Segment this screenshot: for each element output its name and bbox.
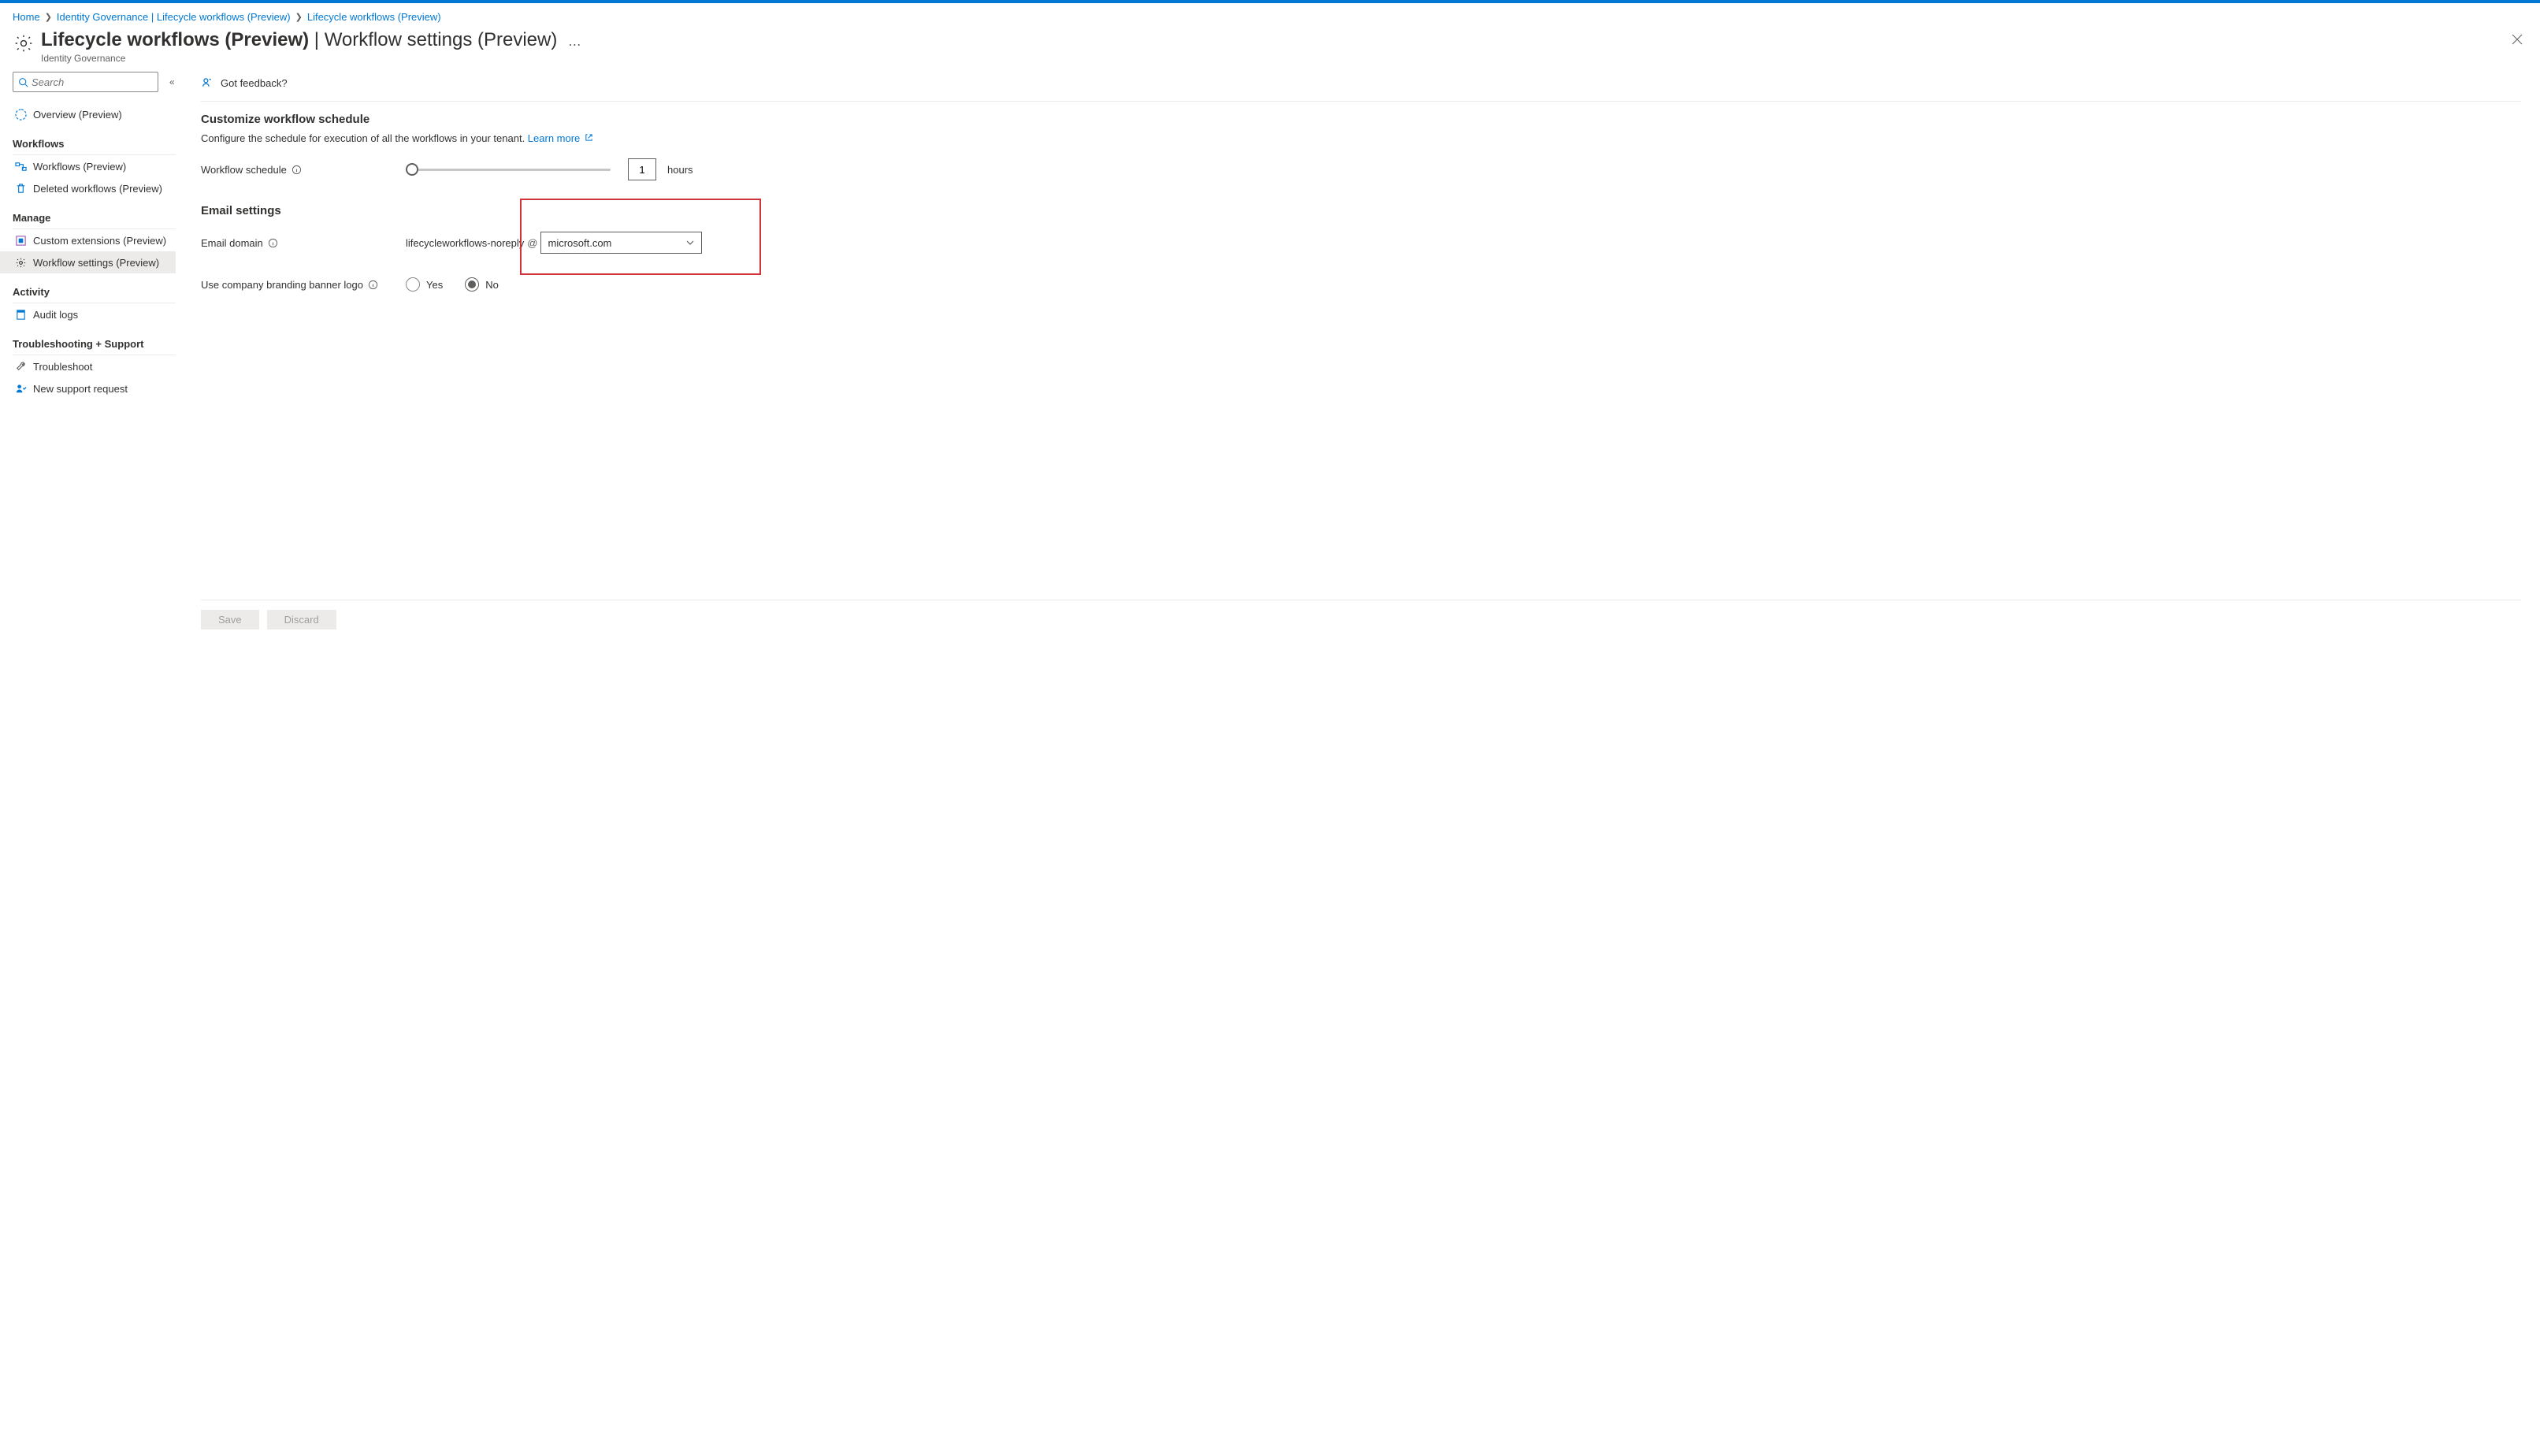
sidebar-search[interactable] [13, 72, 158, 92]
sidebar-item-label: Workflows (Preview) [33, 161, 126, 173]
page-subtitle: Identity Governance [41, 53, 557, 64]
info-icon[interactable] [268, 238, 278, 248]
workflow-icon [14, 160, 27, 173]
email-domain-dropdown[interactable]: microsoft.com [540, 232, 702, 254]
overview-icon [14, 108, 27, 121]
label-company-branding: Use company branding banner logo [201, 279, 406, 291]
info-icon[interactable] [292, 165, 302, 175]
feedback-button[interactable]: Got feedback? [201, 76, 288, 90]
sidebar-item-label: Deleted workflows (Preview) [33, 183, 162, 195]
radio-label: Yes [426, 279, 443, 291]
branding-radio-group: Yes No [406, 277, 521, 292]
sidebar-group-workflows: Workflows [13, 133, 176, 155]
sidebar-item-label: Audit logs [33, 309, 78, 321]
chevron-right-icon: ❯ [45, 12, 52, 22]
page-title: Lifecycle workflows (Preview) | Workflow… [41, 29, 557, 51]
sidebar-item-audit-logs[interactable]: Audit logs [13, 303, 176, 325]
sidebar-group-manage: Manage [13, 207, 176, 229]
section-title-email: Email settings [201, 204, 2521, 217]
page-header: Lifecycle workflows (Preview) | Workflow… [0, 28, 2540, 72]
at-symbol: @ [527, 237, 537, 249]
footer-actions: Save Discard [201, 600, 2521, 639]
save-button[interactable]: Save [201, 610, 259, 630]
sidebar-item-label: Custom extensions (Preview) [33, 235, 166, 247]
search-icon [18, 77, 28, 87]
sidebar-item-troubleshoot[interactable]: Troubleshoot [13, 355, 176, 377]
dropdown-value: microsoft.com [548, 237, 611, 249]
discard-button[interactable]: Discard [267, 610, 336, 630]
support-icon [14, 382, 27, 395]
sidebar-item-workflow-settings[interactable]: Workflow settings (Preview) [0, 251, 176, 273]
sidebar-item-new-support-request[interactable]: New support request [13, 377, 176, 399]
close-icon[interactable] [2512, 34, 2523, 45]
sidebar-item-overview[interactable]: Overview (Preview) [13, 103, 176, 125]
section-desc-schedule: Configure the schedule for execution of … [201, 132, 2521, 144]
learn-more-link[interactable]: Learn more [528, 132, 580, 144]
sidebar-item-label: New support request [33, 383, 128, 395]
row-workflow-schedule: Workflow schedule hours [201, 158, 2521, 180]
info-icon[interactable] [368, 280, 378, 290]
slider-thumb[interactable] [406, 163, 418, 176]
radio-circle [465, 277, 479, 292]
gear-icon [13, 32, 35, 54]
sidebar-item-workflows[interactable]: Workflows (Preview) [13, 155, 176, 177]
sidebar-item-custom-extensions[interactable]: Custom extensions (Preview) [13, 229, 176, 251]
radio-no[interactable]: No [465, 277, 499, 292]
chevron-down-icon [685, 238, 695, 247]
collapse-sidebar-icon[interactable]: « [169, 76, 175, 87]
sidebar-item-label: Overview (Preview) [33, 109, 122, 121]
row-email-domain: Email domain lifecycleworkflows-noreply … [201, 232, 2521, 254]
sidebar-item-label: Workflow settings (Preview) [33, 257, 159, 269]
label-email-domain: Email domain [201, 237, 406, 249]
search-input[interactable] [32, 76, 172, 88]
extension-icon [14, 234, 27, 247]
gear-icon [14, 256, 27, 269]
toolbar: Got feedback? [201, 72, 2521, 101]
chevron-right-icon: ❯ [295, 12, 303, 22]
radio-yes[interactable]: Yes [406, 277, 443, 292]
sidebar-item-deleted-workflows[interactable]: Deleted workflows (Preview) [13, 177, 176, 199]
sidebar-item-label: Troubleshoot [33, 361, 92, 373]
more-icon[interactable]: ⋯ [568, 37, 581, 53]
feedback-label: Got feedback? [221, 77, 288, 89]
email-prefix: lifecycleworkflows-noreply [406, 237, 524, 249]
sidebar: « Overview (Preview) Workflows Workflows… [0, 72, 187, 639]
breadcrumb: Home ❯ Identity Governance | Lifecycle w… [0, 3, 2540, 28]
radio-circle [406, 277, 420, 292]
divider [201, 101, 2521, 102]
label-workflow-schedule: Workflow schedule [201, 164, 406, 176]
schedule-slider[interactable] [406, 162, 611, 177]
section-title-schedule: Customize workflow schedule [201, 113, 2521, 126]
sidebar-group-troubleshoot: Troubleshooting + Support [13, 333, 176, 355]
breadcrumb-home[interactable]: Home [13, 11, 40, 23]
sidebar-group-activity: Activity [13, 281, 176, 303]
slider-track [406, 169, 611, 171]
external-link-icon [582, 135, 593, 144]
schedule-unit: hours [667, 164, 693, 176]
breadcrumb-lifecycle-workflows[interactable]: Lifecycle workflows (Preview) [307, 11, 441, 23]
row-company-branding: Use company branding banner logo Yes No [201, 277, 2521, 292]
breadcrumb-identity-governance[interactable]: Identity Governance | Lifecycle workflow… [57, 11, 291, 23]
main-content: Got feedback? Customize workflow schedul… [187, 72, 2540, 639]
radio-label: No [485, 279, 499, 291]
schedule-hours-input[interactable] [628, 158, 656, 180]
wrench-icon [14, 360, 27, 373]
feedback-icon [201, 76, 214, 90]
log-icon [14, 308, 27, 321]
trash-icon [14, 182, 27, 195]
